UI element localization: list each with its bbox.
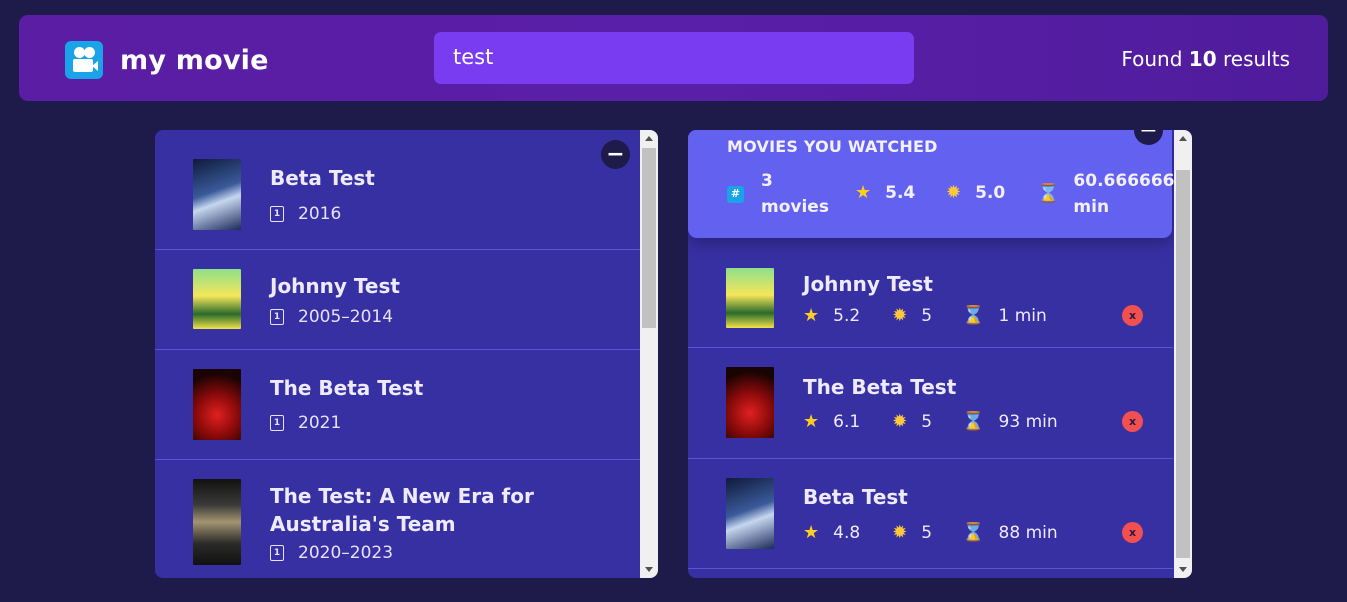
remove-button[interactable]: x <box>1122 522 1143 543</box>
sun-icon: ✹ <box>892 522 908 543</box>
user-rating: 5 <box>921 522 933 543</box>
movie-title: Beta Test <box>270 166 375 190</box>
avg-user-rating: 5.0 <box>975 183 1006 203</box>
results-suffix: results <box>1222 47 1290 71</box>
movie-poster <box>726 478 774 549</box>
search-input[interactable] <box>434 32 914 84</box>
imdb-rating: 4.8 <box>833 522 861 543</box>
movie-title: Johnny Test <box>270 274 400 298</box>
movie-list-item[interactable]: Johnny Test 1 2005–2014 <box>155 250 640 350</box>
avg-runtime: ⌛ 60.6666666 min <box>1037 168 1186 220</box>
scroll-up-arrow[interactable] <box>1179 136 1187 141</box>
watched-box: Johnny Test ★ 5.2 ✹ 5 ⌛ 1 min x The Beta Te… <box>688 130 1192 578</box>
user-rating: 5 <box>921 305 933 326</box>
navbar: my movie Found 10 results <box>19 15 1328 101</box>
calendar-icon: 1 <box>270 309 284 325</box>
app-title: my movie <box>120 44 269 76</box>
movie-year-row: 1 2021 <box>270 413 341 433</box>
sun-icon: ✹ <box>946 182 962 203</box>
hourglass-icon: ⌛ <box>962 305 985 326</box>
watched-count: # 3 movies <box>727 168 829 220</box>
movie-title: The Test: A New Era for Australia's Team <box>270 484 534 536</box>
scroll-down-arrow[interactable] <box>645 567 653 572</box>
avg-runtime-value: 60.6666666 <box>1073 171 1187 191</box>
logo: my movie <box>65 41 269 79</box>
watched-summary: MOVIES YOU WATCHED # 3 movies ★ 5.4 ✹ 5.… <box>688 130 1186 238</box>
movie-poster <box>726 268 774 328</box>
hash-icon: # <box>727 185 744 203</box>
movie-year-row: 1 2020–2023 <box>270 543 393 563</box>
search-results-box: − Beta Test 1 2016 Johnny Test 1 2005–20… <box>155 130 658 578</box>
avg-imdb: ★ 5.4 <box>855 180 915 206</box>
star-icon: ★ <box>803 522 820 543</box>
watched-item: The Beta Test ★ 6.1 ✹ 5 ⌛ 93 min x <box>688 348 1173 459</box>
hourglass-icon: ⌛ <box>1037 183 1060 204</box>
scroll-up-arrow[interactable] <box>645 136 653 141</box>
runtime: 88 min <box>998 522 1058 543</box>
hourglass-icon: ⌛ <box>962 522 985 543</box>
movie-title: The Beta Test <box>270 376 424 400</box>
avg-runtime-unit: min <box>1073 197 1110 217</box>
movie-year-row: 1 2016 <box>270 204 341 224</box>
movie-list-item[interactable]: Beta Test 1 2016 <box>155 130 640 250</box>
movie-poster <box>193 269 241 329</box>
movie-poster <box>193 369 241 440</box>
scroll-thumb[interactable] <box>642 148 656 328</box>
avg-user: ✹ 5.0 <box>946 180 1005 206</box>
movie-title: The Beta Test <box>803 375 957 399</box>
sun-icon: ✹ <box>892 411 908 432</box>
remove-button[interactable]: x <box>1122 305 1143 326</box>
remove-button[interactable]: x <box>1122 411 1143 432</box>
scrollbar[interactable] <box>640 130 658 578</box>
count-number: 3 <box>761 171 773 191</box>
calendar-icon: 1 <box>270 545 284 561</box>
scrollbar[interactable] <box>1174 130 1192 578</box>
movie-stats: ★ 5.2 ✹ 5 ⌛ 1 min <box>803 305 1047 326</box>
imdb-rating: 6.1 <box>833 411 861 432</box>
movie-list-item[interactable]: The Beta Test 1 2021 <box>155 350 640 460</box>
star-icon: ★ <box>803 305 820 326</box>
sun-icon: ✹ <box>892 305 908 326</box>
results-prefix: Found <box>1121 47 1183 71</box>
calendar-icon: 1 <box>270 415 284 431</box>
movie-year: 2005–2014 <box>298 307 394 327</box>
movie-stats: ★ 4.8 ✹ 5 ⌛ 88 min <box>803 522 1058 543</box>
collapse-button[interactable]: − <box>601 140 630 169</box>
movie-year-row: 1 2005–2014 <box>270 307 393 327</box>
movie-poster <box>726 367 774 438</box>
runtime: 93 min <box>998 411 1058 432</box>
movie-title: Beta Test <box>803 485 908 509</box>
runtime: 1 min <box>998 305 1047 326</box>
avg-imdb-rating: 5.4 <box>885 183 916 203</box>
imdb-rating: 5.2 <box>833 305 861 326</box>
results-number: 10 <box>1188 47 1217 71</box>
watched-item: Johnny Test ★ 5.2 ✹ 5 ⌛ 1 min x <box>688 238 1173 348</box>
results-count: Found 10 results <box>1121 47 1290 71</box>
movie-camera-icon <box>65 41 103 79</box>
scroll-thumb[interactable] <box>1176 170 1190 558</box>
star-icon: ★ <box>855 182 872 203</box>
movie-poster <box>193 479 241 565</box>
star-icon: ★ <box>803 411 820 432</box>
movie-poster <box>193 159 241 230</box>
hourglass-icon: ⌛ <box>962 411 985 432</box>
user-rating: 5 <box>921 411 933 432</box>
movie-year: 2021 <box>298 413 342 433</box>
movie-stats: ★ 6.1 ✹ 5 ⌛ 93 min <box>803 411 1058 432</box>
scroll-down-arrow[interactable] <box>1179 567 1187 572</box>
movie-year: 2016 <box>298 204 342 224</box>
movie-year: 2020–2023 <box>298 543 394 563</box>
count-label: movies <box>761 197 829 217</box>
movie-list-item[interactable]: The Test: A New Era for Australia's Team… <box>155 460 640 578</box>
watched-item: Beta Test ★ 4.8 ✹ 5 ⌛ 88 min x <box>688 459 1173 569</box>
summary-title: MOVIES YOU WATCHED <box>727 137 938 156</box>
calendar-icon: 1 <box>270 206 284 222</box>
movie-title: Johnny Test <box>803 272 933 296</box>
